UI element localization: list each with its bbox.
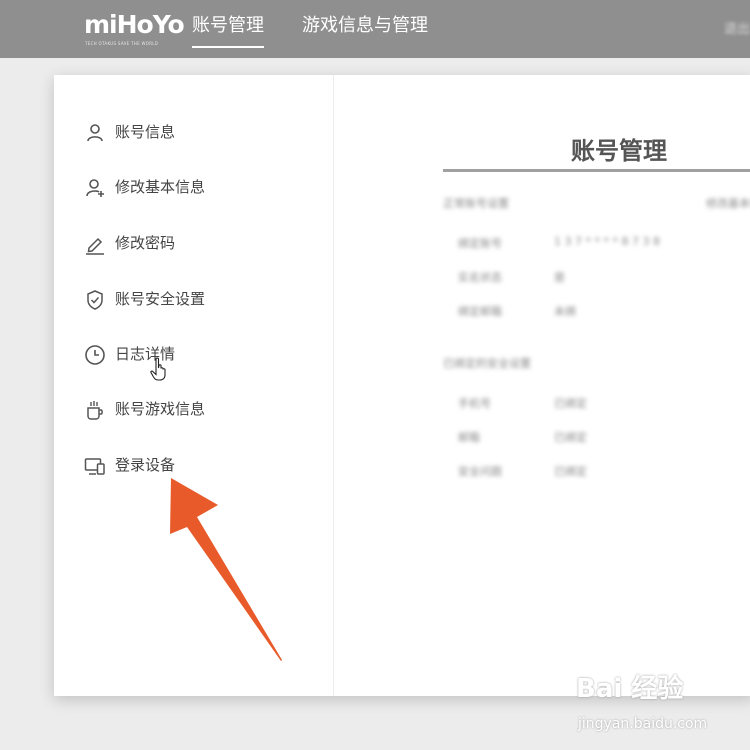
devices-icon <box>84 458 105 475</box>
tab-account-management[interactable]: 账号管理 <box>192 14 264 48</box>
info-label: 实名状态 <box>458 271 502 284</box>
sidebar-item-label: 账号安全设置 <box>115 290 206 308</box>
top-navigation-bar: miHoYo TECH OTAKUS SAVE THE WORLD 账号管理 游… <box>0 0 750 58</box>
logout-link[interactable]: 退出 <box>724 18 750 37</box>
sidebar-item-label: 修改基本信息 <box>115 178 206 196</box>
logo-wordmark: miHoYo <box>84 10 185 39</box>
sidebar-item-label: 账号游戏信息 <box>115 400 206 418</box>
sidebar-item-game-info[interactable]: 账号游戏信息 <box>84 395 304 423</box>
info-value: 1 3 7 * * * * 8 7 3 8 <box>554 235 660 248</box>
watermark-brand: Bai 经验 <box>576 674 684 704</box>
sidebar-item-login-devices[interactable]: 登录设备 <box>84 451 304 479</box>
sidebar-item-log-details[interactable]: 日志详情 <box>84 340 304 368</box>
sidebar-item-label: 修改密码 <box>115 234 176 252</box>
mihoyo-logo[interactable]: miHoYo TECH OTAKUS SAVE THE WORLD <box>84 8 185 48</box>
info-label: 手机号 <box>458 397 491 410</box>
sidebar-item-label: 登录设备 <box>115 456 176 474</box>
sidebar-item-account-info[interactable]: 账号信息 <box>84 118 304 146</box>
info-value: 已绑定 <box>554 431 587 444</box>
info-value: 未绑 <box>554 305 576 318</box>
sidebar-item-edit-basic-info[interactable]: 修改基本信息 <box>84 173 304 201</box>
baidu-jingyan-watermark: Bai 经验 jingyan.baidu.com <box>576 668 746 740</box>
tab-game-info-management[interactable]: 游戏信息与管理 <box>302 14 428 38</box>
edit-basic-info-link[interactable]: 修改基本信息 <box>706 195 750 211</box>
account-panel: 账号信息 修改基本信息 修改密码 账号安全设置 日志详情 账号游戏信息 登录设备… <box>54 75 750 696</box>
info-value: 已绑定 <box>554 397 587 410</box>
shield-check-icon <box>87 290 103 310</box>
clock-icon <box>85 345 105 365</box>
info-label: 绑定邮箱 <box>458 305 502 318</box>
info-value: 已绑定 <box>554 465 587 478</box>
section-header: 已绑定的安全设置 <box>443 357 531 370</box>
info-label: 绑定账号 <box>458 237 502 250</box>
pencil-icon <box>86 237 104 255</box>
info-label: 安全问题 <box>458 465 502 478</box>
logo-tagline: TECH OTAKUS SAVE THE WORLD <box>85 41 159 46</box>
account-content: 账号管理 正常账号设置 修改基本信息 绑定账号 1 3 7 * * * * 8 … <box>334 75 750 696</box>
page-title: 账号管理 <box>571 137 667 165</box>
section-header: 正常账号设置 <box>443 197 509 210</box>
user-icon <box>87 124 103 142</box>
sidebar-menu: 账号信息 修改基本信息 修改密码 账号安全设置 日志详情 账号游戏信息 登录设备 <box>54 75 334 696</box>
sidebar-item-security-settings[interactable]: 账号安全设置 <box>84 285 304 313</box>
cup-icon <box>87 401 103 420</box>
title-divider <box>443 169 750 172</box>
info-value: 是 <box>554 271 565 284</box>
sidebar-item-change-password[interactable]: 修改密码 <box>84 229 304 257</box>
sidebar-item-label: 账号信息 <box>115 123 176 141</box>
hand-pointer-cursor-icon <box>150 357 166 381</box>
user-add-icon <box>86 179 104 197</box>
watermark-url: jingyan.baidu.com <box>578 716 708 732</box>
info-label: 邮箱 <box>458 431 480 444</box>
